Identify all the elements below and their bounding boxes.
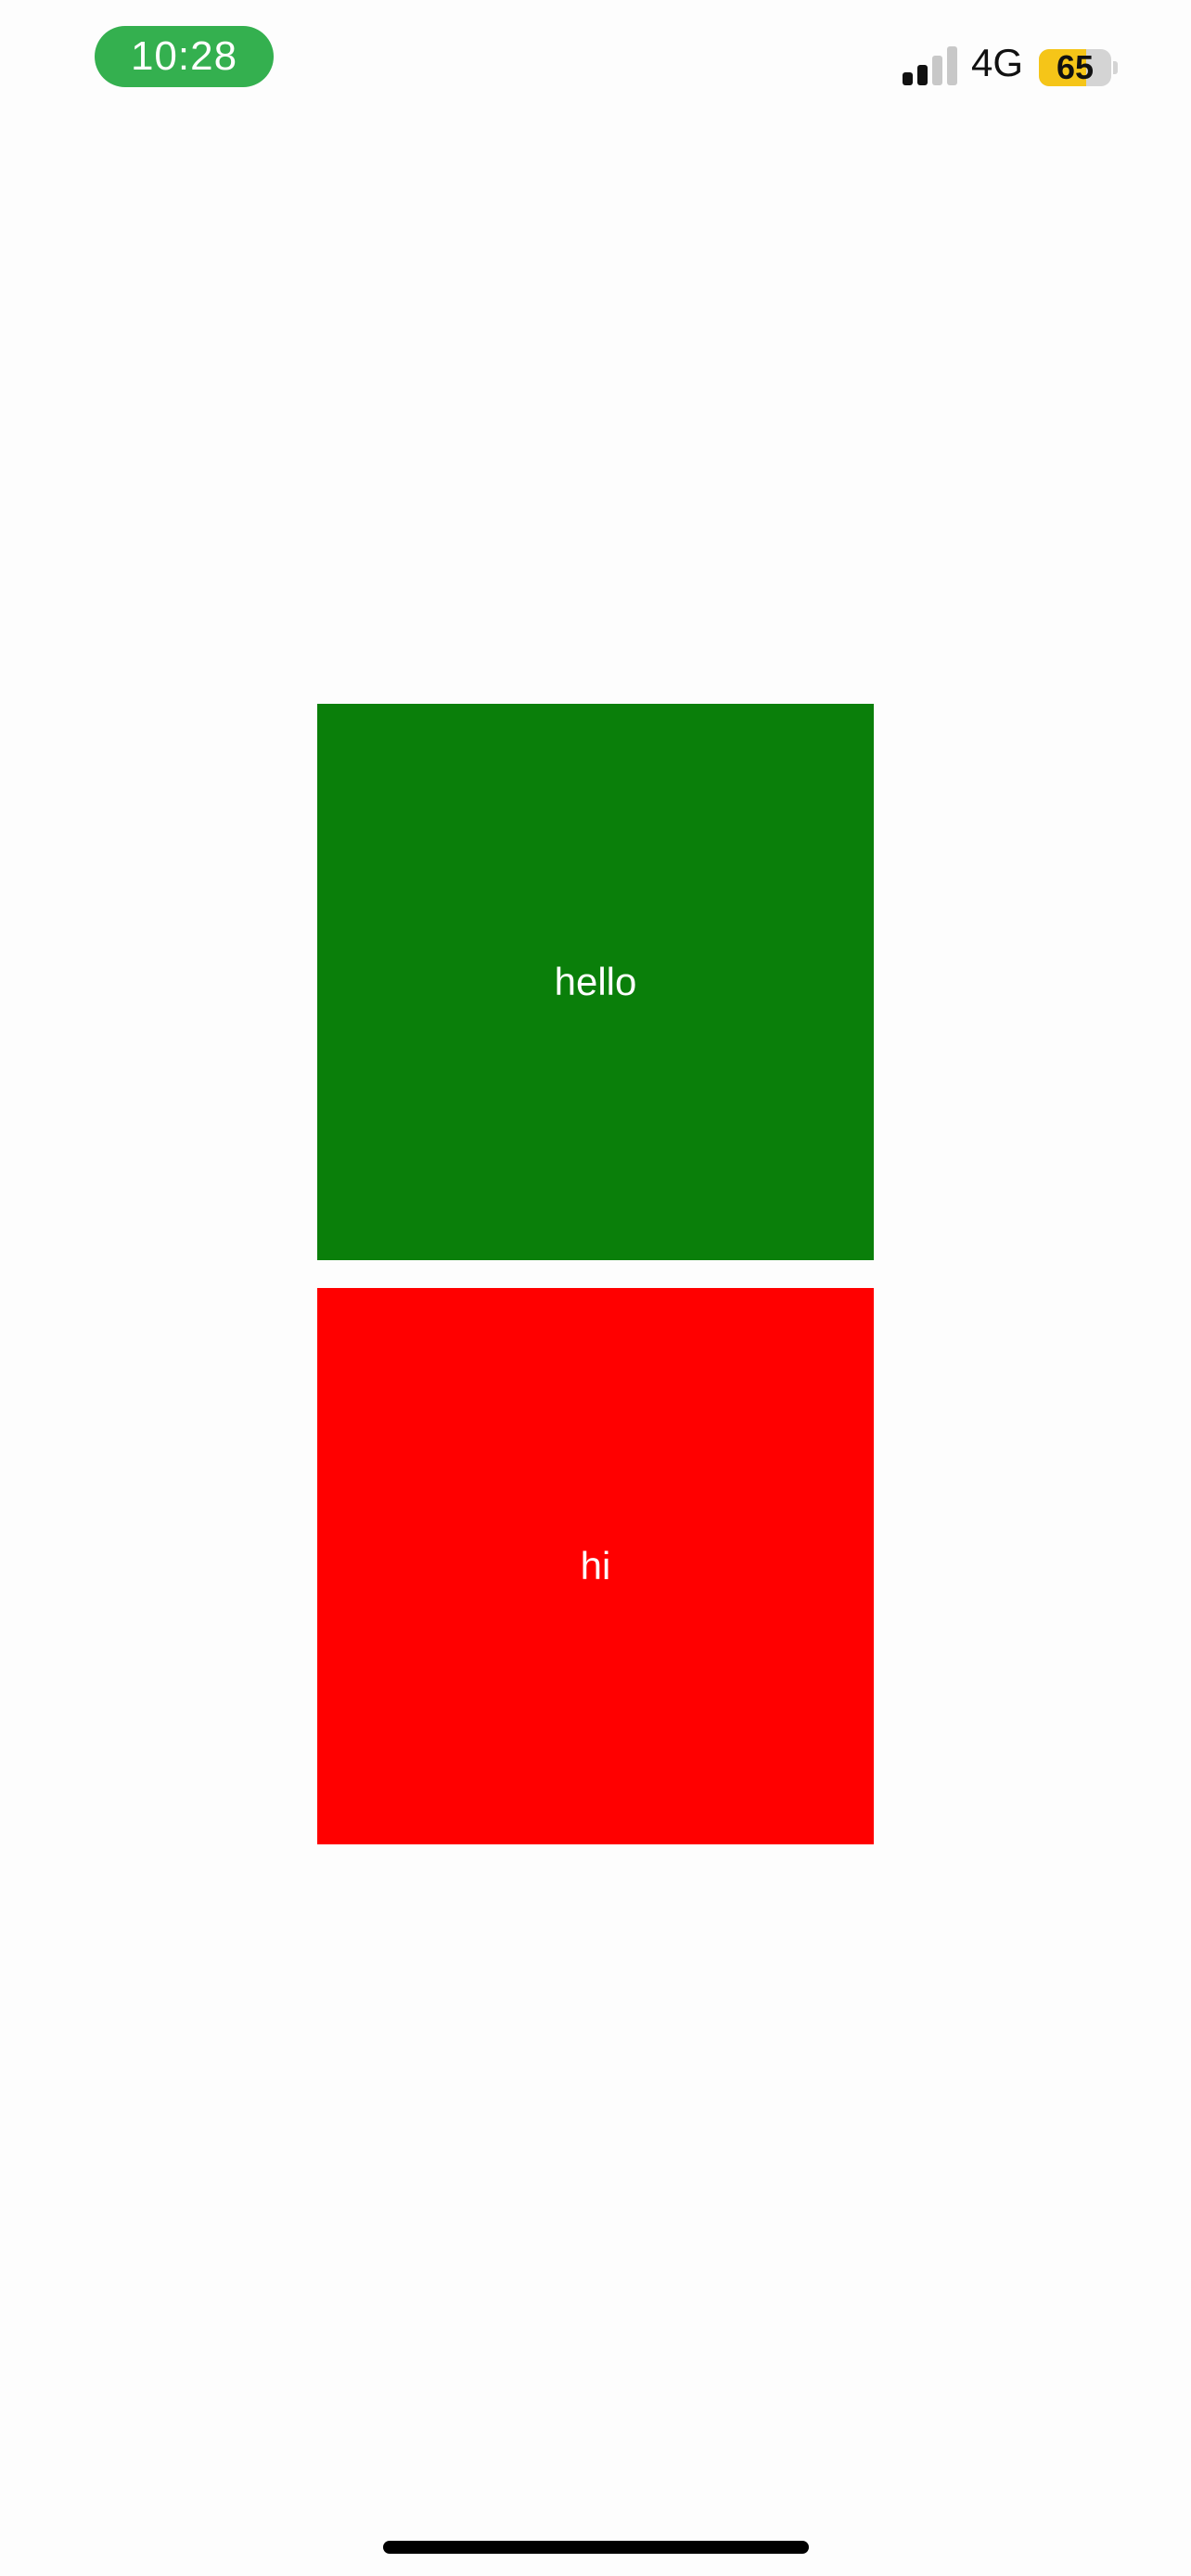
signal-icon <box>903 46 960 85</box>
signal-bar <box>903 72 913 85</box>
time-pill[interactable]: 10:28 <box>95 26 274 87</box>
hello-label: hello <box>554 960 637 1003</box>
network-type: 4G <box>971 41 1024 84</box>
signal-bar <box>947 46 957 85</box>
battery-icon: 65 <box>1039 49 1111 86</box>
hello-box[interactable]: hello <box>317 704 874 1260</box>
battery-level: 65 <box>1056 49 1095 86</box>
home-indicator[interactable] <box>383 2541 809 2554</box>
status-bar: 10:28 4G 65 <box>0 0 1191 139</box>
signal-bar <box>932 56 942 85</box>
status-time: 10:28 <box>130 33 238 79</box>
battery-cap <box>1113 61 1118 74</box>
hi-label: hi <box>580 1544 611 1588</box>
hi-box[interactable]: hi <box>317 1288 874 1844</box>
signal-bar <box>917 65 928 85</box>
